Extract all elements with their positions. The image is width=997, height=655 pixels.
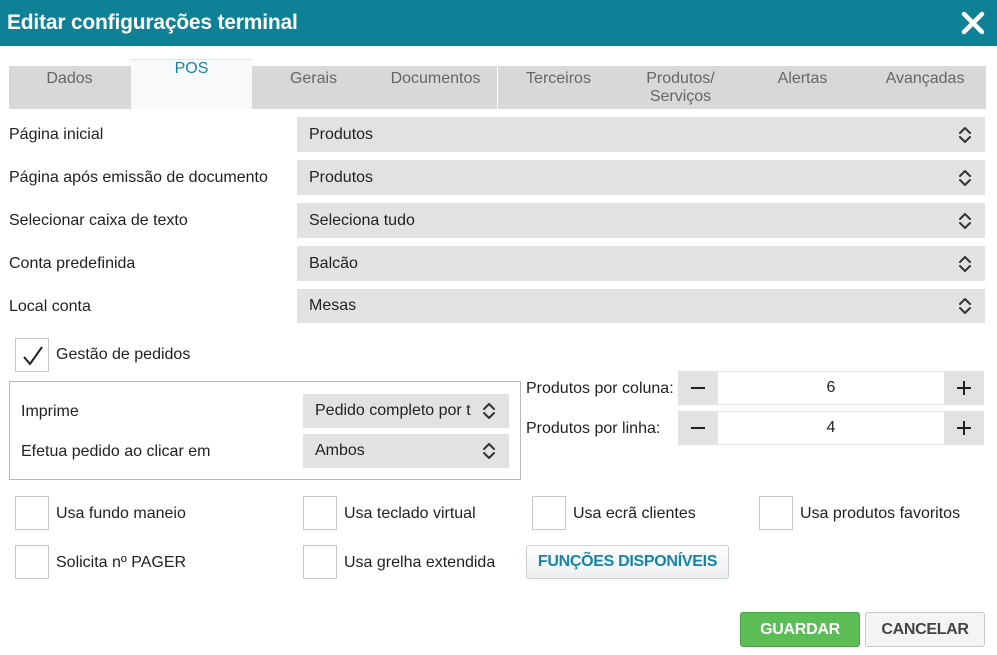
select-value: Seleciona tudo [309, 212, 415, 229]
chevron-updown-icon [959, 256, 971, 272]
checkbox-usa-teclado-virtual[interactable] [303, 496, 337, 530]
checkbox-label: Usa fundo maneio [56, 505, 186, 522]
checkbox-solicita-pager[interactable] [15, 545, 49, 579]
stepper-produtos-coluna: 6 [678, 371, 984, 405]
tab-gerais[interactable]: Gerais [253, 66, 374, 109]
minus-icon [691, 387, 705, 389]
stepper-value[interactable]: 6 [718, 371, 944, 405]
save-button[interactable]: GUARDAR [740, 612, 860, 647]
stepper-produtos-linha: 4 [678, 411, 984, 445]
select-pagina-inicial[interactable]: Produtos [297, 117, 985, 152]
chevron-updown-icon [483, 443, 495, 459]
checkbox-label: Usa produtos favoritos [800, 505, 961, 522]
tab-bar: Dados POS Gerais Documentos Terceiros Pr… [9, 59, 986, 109]
field-label-selecionar-caixa: Selecionar caixa de texto [9, 212, 188, 229]
tab-produtos-servicos[interactable]: Produtos/ Serviços [620, 66, 741, 109]
chevron-updown-icon [959, 213, 971, 229]
select-imprime[interactable]: Pedido completo por t [303, 394, 509, 428]
checkbox-label: Gestão de pedidos [56, 346, 191, 363]
dialog-titlebar: Editar configurações terminal [0, 0, 997, 46]
increment-button[interactable] [944, 411, 984, 445]
tab-label: Dados [46, 70, 93, 87]
tab-label: Gerais [289, 70, 338, 87]
tab-label: Documentos [390, 70, 481, 87]
chevron-updown-icon [483, 403, 495, 419]
funcoes-disponiveis-button[interactable]: FUNÇÕES DISPONÍVEIS [526, 545, 729, 579]
plus-icon [957, 421, 971, 435]
checkbox-usa-grelha-extendida[interactable] [303, 545, 337, 579]
tab-label: POS [174, 60, 209, 77]
chevron-updown-icon [959, 127, 971, 143]
dialog-title: Editar configurações terminal [7, 11, 298, 34]
checkbox-usa-ecra-clientes[interactable] [532, 496, 566, 530]
tab-pos[interactable]: POS [131, 59, 252, 109]
select-value: Pedido completo por t [315, 402, 471, 419]
tab-label: Terceiros [526, 70, 591, 87]
stepper-value[interactable]: 4 [718, 411, 944, 445]
field-label-local-conta: Local conta [9, 298, 91, 315]
stepper-label-linha: Produtos por linha: [526, 420, 661, 437]
select-value: Ambos [315, 442, 365, 459]
select-value: Balcão [309, 255, 358, 272]
checkbox-gestao-pedidos[interactable] [15, 338, 49, 372]
chevron-updown-icon [959, 298, 971, 314]
decrement-button[interactable] [678, 411, 718, 445]
field-label-pagina-apos-emissao: Página após emissão de documento [9, 169, 268, 186]
stepper-label-coluna: Produtos por coluna: [526, 380, 674, 397]
select-value: Produtos [309, 169, 374, 186]
minus-icon [691, 427, 705, 429]
checkbox-usa-produtos-favoritos[interactable] [759, 496, 793, 530]
plus-icon [957, 381, 971, 395]
tab-alertas[interactable]: Alertas [742, 66, 863, 109]
select-local-conta[interactable]: Mesas [297, 289, 985, 323]
select-pagina-apos-emissao[interactable]: Produtos [297, 160, 985, 195]
pedidos-group: Imprime Pedido completo por t Efetua ped… [9, 381, 521, 480]
select-selecionar-caixa[interactable]: Seleciona tudo [297, 203, 985, 238]
cancel-button[interactable]: CANCELAR [865, 612, 985, 647]
checkbox-label: Usa grelha extendida [344, 554, 496, 571]
select-value: Mesas [309, 297, 357, 314]
close-icon[interactable] [960, 10, 986, 36]
chevron-updown-icon [959, 170, 971, 186]
select-conta-predefinida[interactable]: Balcão [297, 246, 985, 281]
checkbox-usa-fundo-maneio[interactable] [15, 496, 49, 530]
tab-terceiros[interactable]: Terceiros [498, 66, 619, 109]
decrement-button[interactable] [678, 371, 718, 405]
field-label-conta-predefinida: Conta predefinida [9, 255, 136, 272]
increment-button[interactable] [944, 371, 984, 405]
tab-label: Produtos/ Serviços [646, 70, 715, 105]
checkbox-label: Usa ecrã clientes [573, 505, 696, 522]
field-label-imprime: Imprime [21, 403, 79, 420]
tab-label: Alertas [777, 70, 828, 87]
field-label-pagina-inicial: Página inicial [9, 126, 104, 143]
tab-documentos[interactable]: Documentos [375, 66, 496, 109]
checkbox-label: Usa teclado virtual [344, 505, 476, 522]
field-label-efetua-pedido: Efetua pedido ao clicar em [21, 443, 211, 460]
tab-dados[interactable]: Dados [9, 66, 130, 109]
select-value: Produtos [309, 126, 374, 143]
tab-avancadas[interactable]: Avançadas [864, 66, 986, 109]
checkbox-label: Solicita nº PAGER [56, 554, 187, 571]
checkmark-icon [23, 346, 43, 366]
select-efetua-pedido[interactable]: Ambos [303, 434, 509, 468]
tab-label: Avançadas [885, 70, 965, 87]
